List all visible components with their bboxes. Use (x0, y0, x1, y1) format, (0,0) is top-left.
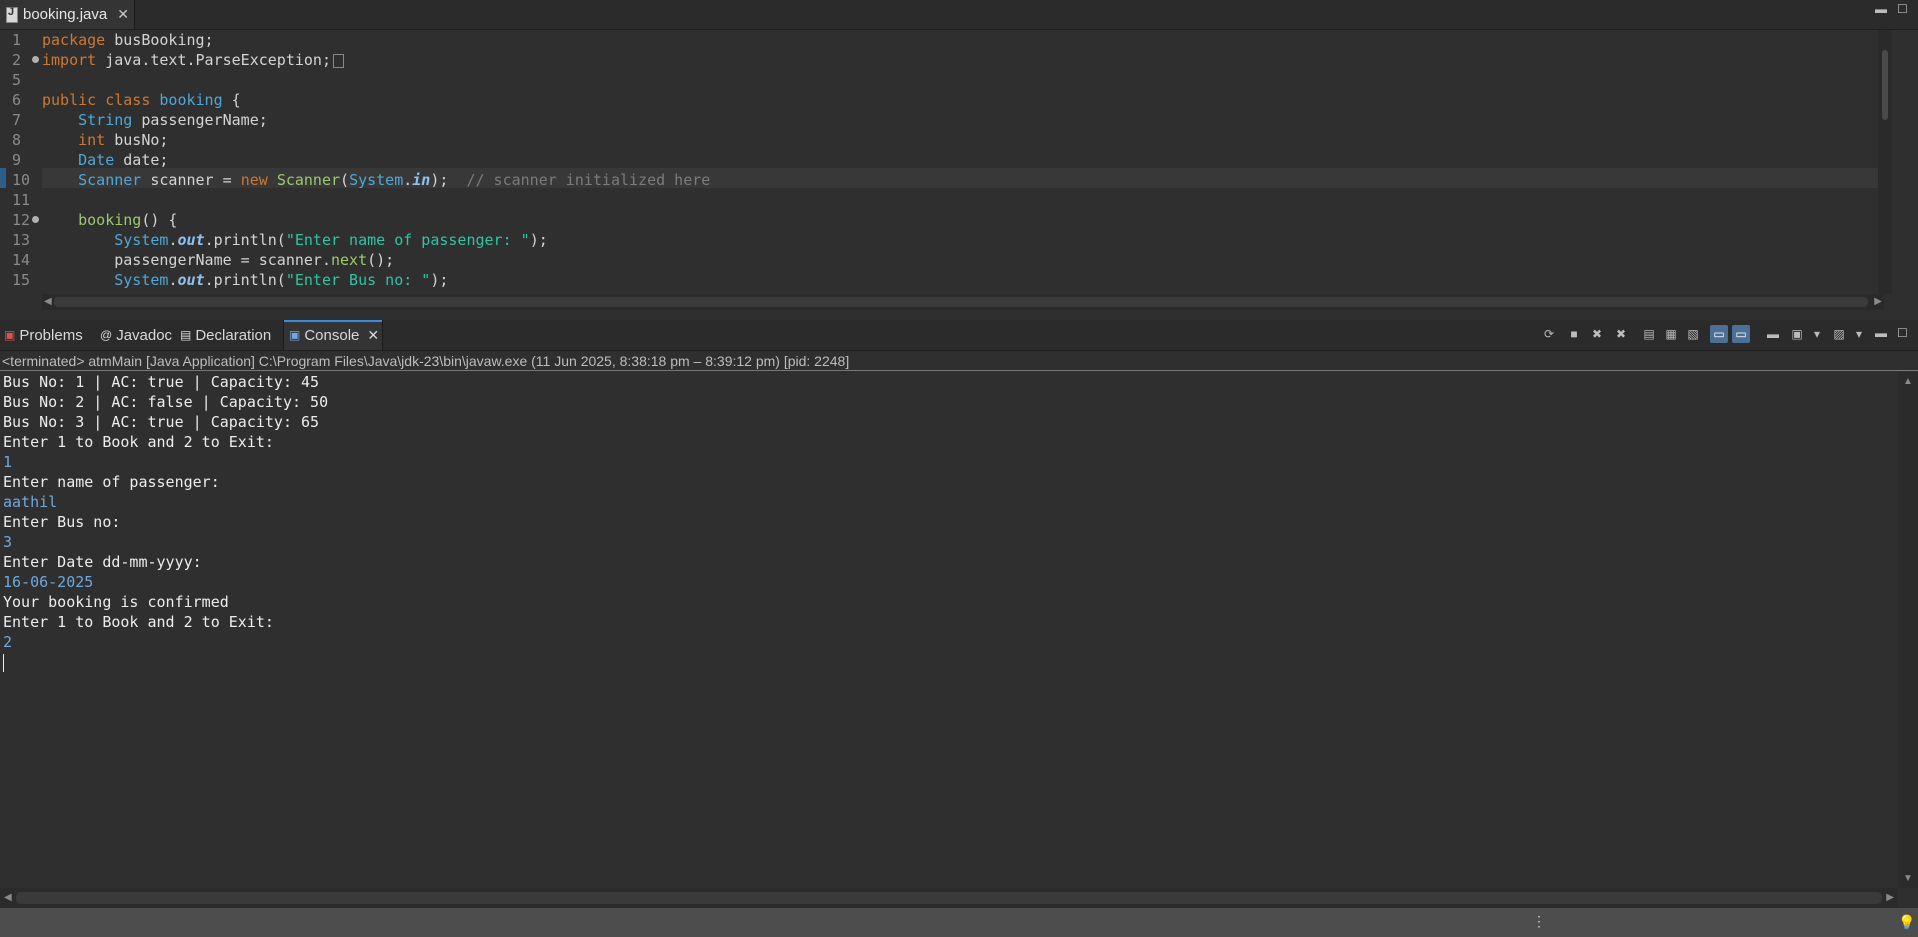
console-line: Bus No: 2 | AC: false | Capacity: 50 (3, 393, 329, 411)
console-line: Your booking is confirmed (3, 593, 229, 611)
console-line: 2 (3, 633, 13, 651)
code-line: package busBooking; (42, 31, 214, 49)
editor-vertical-scrollbar[interactable] (1878, 30, 1892, 294)
chevron-down-icon[interactable]: ▾ (1808, 325, 1826, 343)
line-number: 15 (12, 271, 31, 289)
text-caret (3, 654, 4, 672)
declaration-icon: ▤ (180, 328, 192, 342)
tab-console[interactable]: ▣ Console ✕ (283, 320, 383, 350)
more-icon[interactable]: ⋮ (1532, 913, 1546, 930)
console-line: Bus No: 3 | AC: true | Capacity: 65 (3, 413, 320, 431)
line-number: 8 (12, 131, 22, 149)
line-number-gutter: 1 2 5 6 7 8 9 10 11 12 13 14 15 (0, 30, 42, 294)
clear-console-icon[interactable]: ▤ (1640, 325, 1658, 343)
scroll-left-icon[interactable]: ◀ (44, 296, 52, 307)
lightbulb-icon[interactable]: 💡 (1898, 914, 1915, 931)
scroll-lock-icon[interactable]: ▦ (1662, 325, 1680, 343)
fold-icon[interactable] (32, 56, 39, 63)
display-selected-console-icon[interactable]: ▣ (1788, 325, 1806, 343)
code-line: booking() { (78, 211, 178, 229)
console-output[interactable]: Bus No: 1 | AC: true | Capacity: 45 Bus … (0, 372, 1898, 888)
pin-console-icon[interactable]: ⟳ (1540, 325, 1558, 343)
maximize-icon[interactable]: ☐ (1897, 2, 1908, 16)
tab-label: Console (304, 326, 360, 344)
scrollbar-thumb[interactable] (1882, 50, 1888, 120)
console-line: Enter 1 to Book and 2 to Exit: (3, 433, 274, 451)
console-vertical-scrollbar[interactable]: ▲ ▼ (1898, 372, 1918, 888)
code-line: System.out.println("Enter name of passen… (114, 231, 548, 249)
scroll-right-icon[interactable]: ▶ (1874, 296, 1882, 307)
line-number: 11 (12, 191, 31, 209)
editor-tab-label: booking.java (23, 6, 108, 23)
pin-icon[interactable]: ▬ (1764, 325, 1782, 343)
console-line: 1 (3, 453, 13, 471)
console-line: Enter Date dd-mm-yyyy: (3, 553, 202, 571)
scroll-down-icon[interactable]: ▼ (1903, 873, 1913, 884)
line-number: 9 (12, 151, 22, 169)
console-line: Enter Bus no: (3, 513, 121, 531)
problems-icon: ▣ (4, 328, 16, 342)
code-line: int busNo; (78, 131, 169, 149)
tab-javadoc[interactable]: @ Javadoc (100, 320, 172, 350)
code-line: System.out.println("Enter Bus no: "); (114, 271, 449, 289)
code-line: import java.text.ParseException; (42, 50, 344, 70)
scroll-right-icon[interactable]: ▶ (1886, 892, 1894, 903)
tab-problems[interactable]: ▣ Problems (4, 320, 83, 350)
console-line: aathil (3, 493, 58, 511)
remove-all-terminated-icon[interactable]: ✖ (1612, 325, 1630, 343)
console-horizontal-scrollbar[interactable]: ◀ ▶ (0, 888, 1898, 908)
scroll-up-icon[interactable]: ▲ (1903, 376, 1913, 387)
code-area[interactable]: package busBooking; import java.text.Par… (42, 30, 1884, 294)
code-editor[interactable]: 1 2 5 6 7 8 9 10 11 12 13 14 15 package … (0, 30, 1918, 312)
status-bar: ⋮ 💡 (0, 908, 1918, 937)
console-process-status: <terminated> atmMain [Java Application] … (0, 351, 1918, 371)
editor-tab-bar: booking.java ✕ ▬ ☐ (0, 0, 1918, 30)
java-file-icon (6, 6, 18, 23)
terminate-icon[interactable]: ■ (1565, 325, 1583, 343)
code-line: Scanner scanner = new Scanner(System.in)… (78, 171, 711, 189)
remove-launch-icon[interactable]: ✖ (1588, 325, 1606, 343)
line-number: 1 (12, 31, 22, 49)
tab-label: Javadoc (116, 326, 173, 344)
tab-declaration[interactable]: ▤ Declaration (180, 320, 271, 350)
close-icon[interactable]: ✕ (367, 327, 379, 344)
show-on-stdout-icon[interactable]: ▭ (1710, 325, 1728, 343)
open-console-icon[interactable]: ▨ (1830, 325, 1848, 343)
scrollbar-thumb[interactable] (16, 892, 1882, 904)
folded-imports-icon[interactable] (333, 53, 344, 68)
console-line: Enter name of passenger: (3, 473, 220, 491)
editor-tab-booking-java[interactable]: booking.java ✕ (0, 0, 135, 29)
line-number: 5 (12, 71, 22, 89)
console-line: Enter 1 to Book and 2 to Exit: (3, 613, 274, 631)
code-line: public class booking { (42, 91, 241, 109)
line-number: 10 (12, 171, 31, 189)
tab-label: Declaration (195, 326, 272, 344)
scrollbar-thumb[interactable] (54, 297, 1868, 307)
scroll-left-icon[interactable]: ◀ (4, 892, 12, 903)
console-line: 16-06-2025 (3, 573, 94, 591)
line-number: 13 (12, 231, 31, 249)
minimize-icon[interactable]: ▬ (1875, 2, 1887, 16)
line-number: 14 (12, 251, 31, 269)
code-line: Date date; (78, 151, 169, 169)
console-line: Bus No: 1 | AC: true | Capacity: 45 (3, 373, 320, 391)
view-menu-icon[interactable]: ▾ (1850, 325, 1868, 343)
close-icon[interactable]: ✕ (117, 6, 129, 23)
code-line: passengerName = scanner.next(); (114, 251, 395, 269)
tab-label: Problems (19, 326, 83, 344)
line-number: 7 (12, 111, 22, 129)
view-tab-bar: ▣ Problems @ Javadoc ▤ Declaration ▣ Console… (0, 320, 1918, 351)
show-on-stderr-icon[interactable]: ▭ (1732, 325, 1750, 343)
code-line: String passengerName; (78, 111, 268, 129)
javadoc-icon: @ (100, 328, 113, 342)
line-number: 6 (12, 91, 22, 109)
word-wrap-icon[interactable]: ▧ (1684, 325, 1702, 343)
minimize-icon[interactable]: ▬ (1875, 326, 1887, 340)
maximize-icon[interactable]: ☐ (1897, 326, 1908, 340)
console-icon: ▣ (289, 328, 301, 342)
console-line: 3 (3, 533, 13, 551)
fold-icon[interactable] (32, 216, 39, 223)
editor-horizontal-scrollbar[interactable]: ◀ ▶ (42, 294, 1884, 310)
